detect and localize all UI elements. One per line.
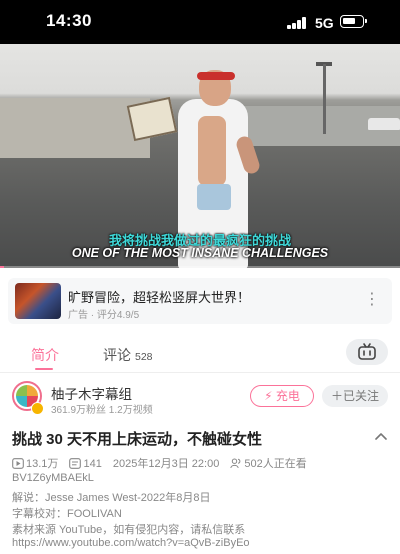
ad-title[interactable]: 旷野冒险，超轻松竖屏大世界！ xyxy=(68,287,250,306)
scene-pizza-box xyxy=(126,96,178,142)
status-bar: 14:30 5G xyxy=(0,0,400,44)
play-count-icon xyxy=(12,458,24,469)
vip-badge-icon xyxy=(31,402,44,415)
follow-button[interactable]: ＋已关注 xyxy=(322,385,388,407)
video-title: 挑战 30 天不用上床运动，不触碰女性 xyxy=(12,431,263,448)
ad-subtitle: 广告 · 评分4.9/5 xyxy=(68,310,140,321)
network-label: 5G xyxy=(315,15,334,31)
collapse-chevron-icon[interactable] xyxy=(374,430,388,444)
uploader-row: 柚子木字幕组 361.9万粉丝 1.2万视频 ⚡ 充电 ＋已关注 xyxy=(0,375,400,420)
subtitle-en: ONE OF THE MOST INSANE CHALLENGES xyxy=(71,246,329,260)
scene-light-pole xyxy=(323,64,326,134)
tab-comments-label: 评论 xyxy=(103,347,131,363)
source-link[interactable]: https://www.youtube.com/watch?v=aQvB-ziB… xyxy=(12,537,250,549)
charge-label: 充电 xyxy=(275,389,300,403)
view-count: 13.1万 xyxy=(26,458,59,470)
battery-icon xyxy=(340,15,367,28)
danmaku-icon xyxy=(69,458,82,469)
video-meta: 13.1万 141 2025年12月3日 22:00 502人正在看 xyxy=(12,455,307,471)
danmaku-count: 141 xyxy=(83,458,102,470)
uploader-name[interactable]: 柚子木字幕组 xyxy=(51,383,132,403)
uploader-stats: 361.9万粉丝 1.2万视频 xyxy=(51,405,153,416)
charge-icon: ⚡ xyxy=(264,389,273,403)
desc-line: 字幕校对：FOOLIVAN xyxy=(12,508,122,520)
progress-fill xyxy=(0,266,4,268)
tab-comments[interactable]: 评论 528 xyxy=(103,345,153,365)
plus-icon: ＋ xyxy=(330,389,343,403)
publish-date: 2025年12月3日 22:00 xyxy=(112,458,220,470)
watching-icon xyxy=(230,458,241,469)
video-player[interactable]: 我将挑战我做过的最疯狂的挑战 ONE OF THE MOST INSANE CH… xyxy=(0,44,400,268)
charge-button[interactable]: ⚡ 充电 xyxy=(250,385,314,407)
signal-icon xyxy=(287,17,309,29)
tab-bar: 简介 评论 528 xyxy=(0,334,400,373)
comments-count: 528 xyxy=(135,351,153,363)
watching-count: 502人正在看 xyxy=(244,458,307,470)
follow-label: 已关注 xyxy=(343,389,380,403)
scene-car xyxy=(368,118,400,130)
progress-track[interactable] xyxy=(0,266,400,268)
status-time: 14:30 xyxy=(46,11,92,30)
ad-thumbnail[interactable] xyxy=(15,283,61,319)
tab-intro-indicator xyxy=(35,368,53,370)
tab-intro[interactable]: 简介 xyxy=(31,345,59,365)
ad-banner[interactable]: 旷野冒险，超轻松竖屏大世界！ 广告 · 评分4.9/5 ⋮ xyxy=(8,278,392,324)
bvid[interactable]: BV1Z6yMBAEkL xyxy=(12,472,94,484)
desc-line: 解说：Jesse James West-2022年8月8日 xyxy=(12,492,211,504)
tv-cast-button[interactable] xyxy=(346,339,388,365)
tv-icon xyxy=(358,343,376,360)
more-icon[interactable]: ⋮ xyxy=(364,292,380,308)
desc-line: 素材来源 YouTube，如有侵犯内容，请私信联系 xyxy=(12,524,246,536)
